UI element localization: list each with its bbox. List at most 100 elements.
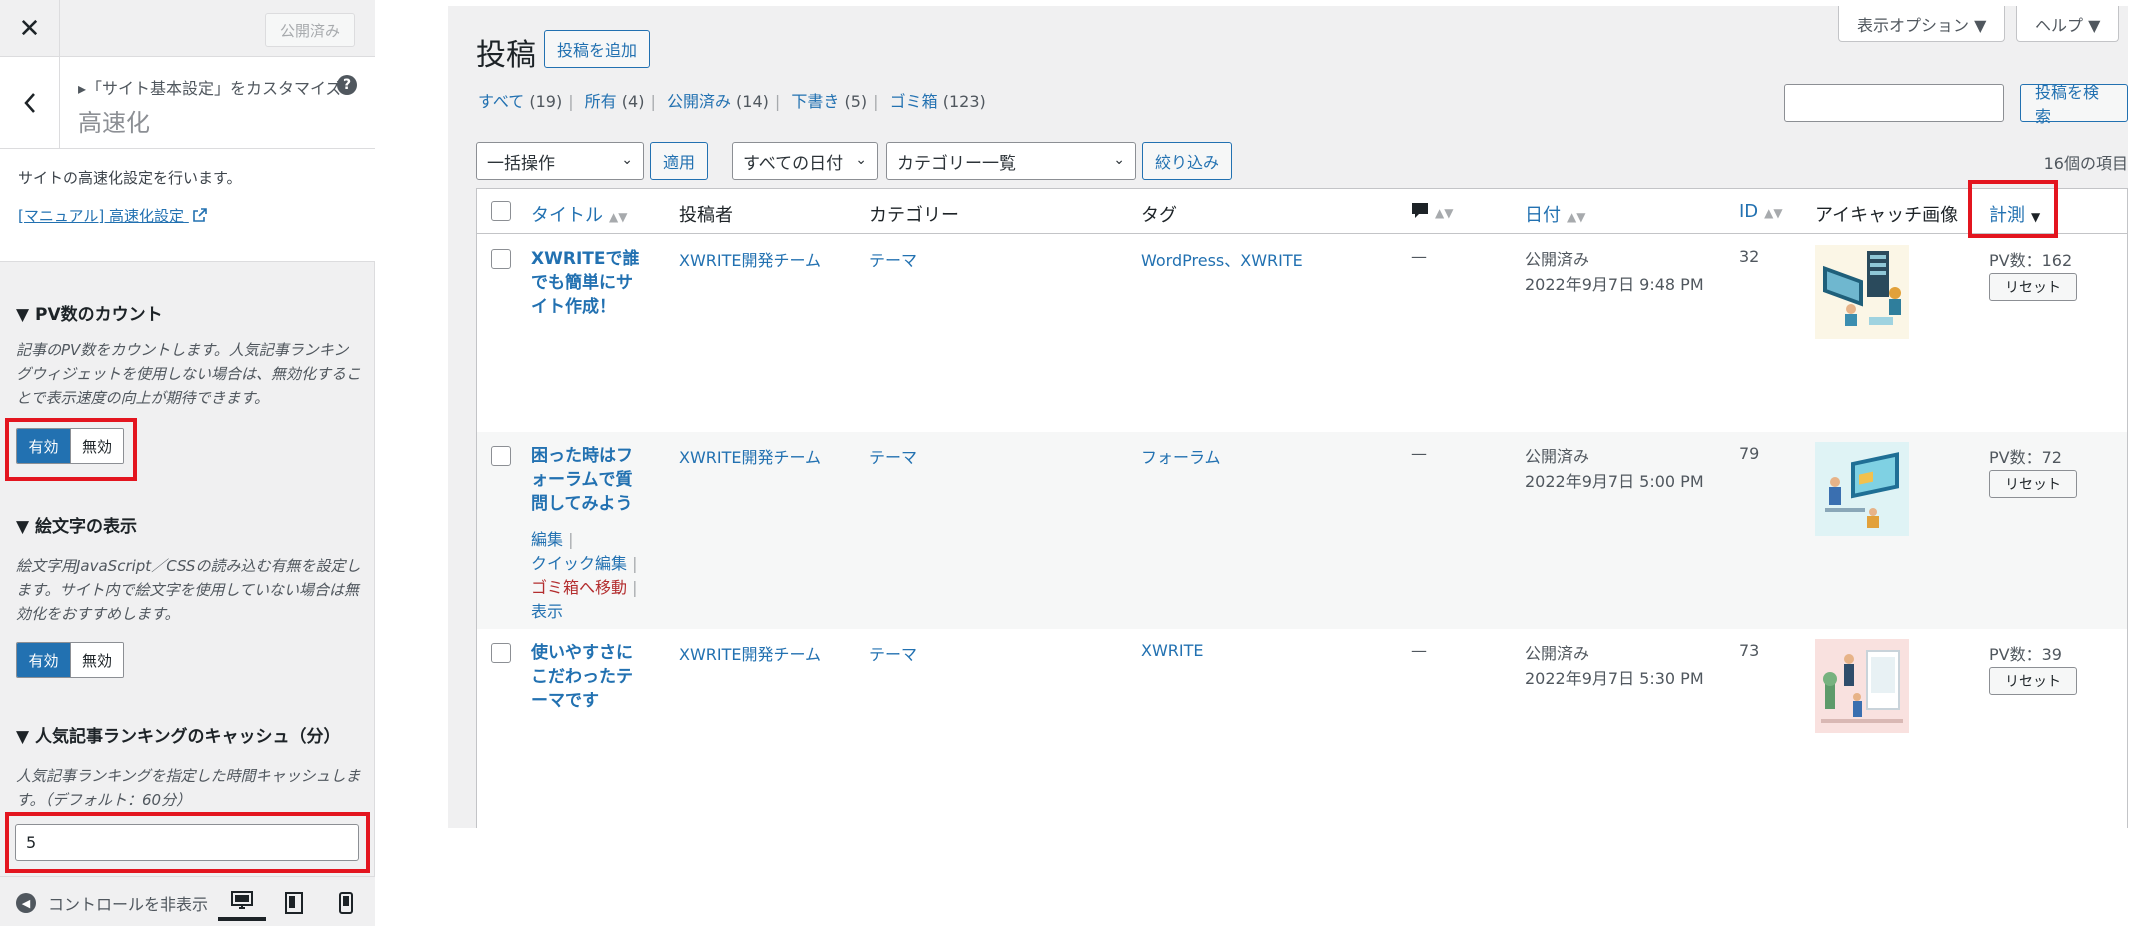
column-date[interactable]: 日付 ▲▼ [1525,201,1585,227]
trash-link[interactable]: ゴミ箱へ移動 [531,578,627,597]
emoji-on-button[interactable]: 有効 [17,643,70,677]
customizer-footer: ◀ コントロールを非表示 [0,876,375,926]
breadcrumb: ▸「サイト基本設定」をカスタマイズ [78,79,342,98]
screen-options-button[interactable]: 表示オプション ▼ [1838,6,2006,42]
comment-count: — [1411,444,1427,463]
sort-icon: ▲▼ [609,210,628,224]
emoji-off-button[interactable]: 無効 [70,643,123,677]
row-checkbox[interactable] [491,446,511,466]
desktop-icon [231,891,253,909]
apply-button[interactable]: 適用 [650,142,709,180]
quick-edit-link[interactable]: クイック編集 [531,554,627,573]
pv-reset-button[interactable]: リセット [1989,667,2077,695]
table-header: タイトル ▲▼ 投稿者 カテゴリー タグ ▲▼ 日付 ▲▼ ID ▲▼ アイキャッチ画… [477,189,2127,234]
featured-image-thumbnail [1815,442,1909,536]
row-actions: 編集 | クイック編集 | ゴミ箱へ移動 | 表示 [531,530,638,621]
column-tags: タグ [1141,205,1177,226]
row-checkbox[interactable] [491,249,511,269]
comment-icon [1412,203,1428,218]
ranking-cache-title: ▼ 人気記事ランキングのキャッシュ（分） [16,727,341,747]
mobile-preview-button[interactable] [322,885,370,921]
help-button[interactable]: ヘルプ ▼ [2016,6,2120,42]
column-title[interactable]: タイトル ▲▼ [531,201,627,227]
emoji-toggle: 有効 無効 [16,642,124,678]
publish-button[interactable]: 公開済み [264,13,355,47]
close-icon: ✕ [18,13,41,44]
row-checkbox[interactable] [491,643,511,663]
filter-button[interactable]: 絞り込み [1142,142,1233,180]
category-link[interactable]: テーマ [869,444,917,468]
desktop-preview-button[interactable] [218,885,266,921]
comment-count: — [1411,247,1427,266]
pv-count-description: 記事のPV数をカウントします。人気記事ランキングウィジェットを使用しない場合は、… [16,341,362,407]
posts-screen: 表示オプション ▼ ヘルプ ▼ 投稿 投稿を追加 すべて (19) | 所有 (4… [448,6,2128,828]
items-count: 16個の項目 [2043,154,2128,173]
post-date: 公開済み 2022年9月7日 9:48 PM [1525,250,1704,294]
sort-icon: ▲▼ [1435,206,1454,220]
app-root: ✕ 公開済み ▸「サイト基本設定」をカスタマイズ ? 高速化 サイトの高速化設定… [0,0,2156,926]
back-button[interactable] [0,57,60,149]
status-filters: すべて (19) | 所有 (4) | 公開済み (14) | 下書き (5) | ゴミ… [478,92,986,111]
tags-link[interactable]: XWRITE [1141,641,1204,660]
pv-reset-button[interactable]: リセット [1989,273,2077,301]
chevron-left-icon [23,93,35,113]
featured-image-thumbnail [1815,245,1909,339]
add-post-button[interactable]: 投稿を追加 [544,30,651,68]
tags-link[interactable]: WordPress、XWRITE [1141,247,1303,271]
pv-count: PV数：72 [1989,448,2062,467]
view-link[interactable]: 表示 [531,602,563,621]
section-title: 高速化 [78,109,150,137]
sort-icon: ▲▼ [1567,210,1586,224]
post-id: 73 [1739,641,1760,660]
select-all-checkbox[interactable] [491,201,511,221]
post-title-link[interactable]: 使いやすさにこだわったテーマです [531,641,649,713]
section-description: サイトの高速化設定を行います。 [マニュアル] 高速化設定 [0,149,375,262]
post-id: 32 [1739,247,1760,266]
date-filter-select[interactable]: すべての日付 ⌄ [732,142,878,180]
post-search-input[interactable] [1784,84,2004,122]
comment-count: — [1411,641,1427,660]
external-link-icon [193,208,207,222]
manual-link[interactable]: [マニュアル] 高速化設定 [18,205,207,226]
pv-count: PV数：162 [1989,251,2073,270]
customizer-header: ✕ 公開済み [0,0,375,57]
tags-link[interactable]: フォーラム [1141,444,1221,468]
category-filter-select[interactable]: カテゴリー一覧 ⌄ [886,142,1136,180]
sort-icon: ▲▼ [1764,206,1783,220]
close-customizer-button[interactable]: ✕ [0,0,60,57]
post-date: 公開済み 2022年9月7日 5:30 PM [1525,644,1704,688]
pv-reset-button[interactable]: リセット [1989,470,2077,498]
post-title-link[interactable]: XWRITEで誰でも簡単にサイト作成！ [531,247,649,319]
author-link[interactable]: XWRITE開発チーム [679,444,821,468]
tablet-preview-button[interactable] [270,885,318,921]
chevron-down-icon: ⌄ [621,152,633,168]
author-link[interactable]: XWRITE開発チーム [679,247,821,271]
edit-link[interactable]: 編集 [531,530,563,549]
author-link[interactable]: XWRITE開発チーム [679,641,821,665]
collapse-icon: ◀ [16,893,36,913]
filter-drafts[interactable]: 下書き (5) [791,92,867,111]
category-link[interactable]: テーマ [869,641,917,665]
filter-all[interactable]: すべて (19) [478,92,562,111]
emoji-description: 絵文字用JavaScript／CSSの読み込む有無を設定します。サイト内で絵文字… [16,557,361,623]
filter-mine[interactable]: 所有 (4) [585,92,645,111]
table-row: 使いやすさにこだわったテーマです XWRITE開発チーム テーマ XWRITE … [477,629,2127,826]
highlight-box [1968,180,2058,238]
filter-trash[interactable]: ゴミ箱 (123) [890,92,986,111]
post-id: 79 [1739,444,1760,463]
page-title: 投稿 [476,38,536,73]
chevron-down-icon: ⌄ [1113,152,1125,168]
column-category: カテゴリー [869,205,959,226]
bulk-action-select[interactable]: 一括操作 ⌄ [476,142,644,180]
post-title-link[interactable]: 困った時はフォーラムで質問してみよう [531,444,649,516]
column-id[interactable]: ID ▲▼ [1739,201,1783,222]
search-posts-button[interactable]: 投稿を検索 [2020,83,2128,126]
hide-controls-button[interactable]: ◀ コントロールを非表示 [16,891,216,915]
column-comments[interactable]: ▲▼ [1411,201,1453,222]
tablet-icon [285,892,303,914]
section-header: ▸「サイト基本設定」をカスタマイズ ? 高速化 [0,57,375,149]
post-date: 公開済み 2022年9月7日 5:00 PM [1525,447,1704,491]
category-link[interactable]: テーマ [869,247,917,271]
help-icon[interactable]: ? [337,75,357,95]
filter-published[interactable]: 公開済み (14) [667,92,769,111]
